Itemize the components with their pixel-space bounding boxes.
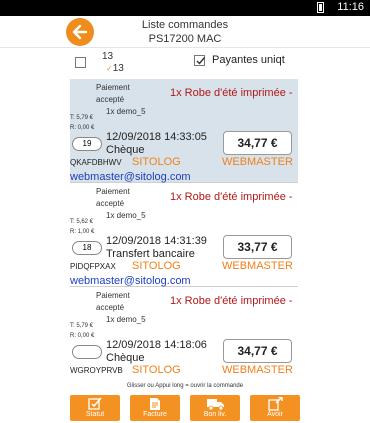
- order-product: 1x Robe d'été imprimée -: [170, 87, 293, 99]
- order-date: 12/09/2018 14:33:05: [106, 131, 207, 143]
- order-source: WEBMASTER: [222, 364, 293, 376]
- invoice-button-label: Facture: [143, 411, 167, 418]
- order-shop: SITOLOG: [132, 364, 181, 376]
- order-status-line2: accepté: [96, 303, 125, 312]
- order-discount: R: 0,00 €: [70, 333, 95, 339]
- clock: 11:16: [337, 1, 364, 13]
- order-reference: PIDQFPXAX: [70, 262, 116, 271]
- order-discount: R: 1,00 €: [70, 229, 95, 235]
- order-status-line1: Paiement: [96, 291, 130, 300]
- order-status-line1: Paiement: [96, 187, 130, 196]
- delivery-slip-button[interactable]: Bon liv.: [190, 395, 240, 421]
- order-status-line1: Paiement: [96, 83, 130, 92]
- status-button[interactable]: Statut: [70, 395, 120, 421]
- status-bar: 11:16: [0, 0, 370, 16]
- order-source: WEBMASTER: [222, 156, 293, 168]
- order-tax: T: 5,79 €: [70, 323, 94, 329]
- order-amount: 34,77 €: [223, 131, 292, 155]
- order-payment-method: Chèque: [106, 352, 145, 364]
- order-date: 12/09/2018 14:31:39: [106, 235, 207, 247]
- checkmark-icon: [196, 57, 206, 65]
- bottom-toolbar: Statut Facture Bon liv. Avoir: [66, 393, 304, 423]
- order-email-link[interactable]: webmaster@sitolog.com: [70, 275, 191, 287]
- order-reference: WGROYPRVB: [70, 366, 123, 375]
- paid-only-checkbox[interactable]: [194, 55, 206, 66]
- order-number-badge: 18: [72, 241, 102, 255]
- order-list[interactable]: Paiement accepté 1x Robe d'été imprimée …: [66, 79, 304, 385]
- filter-bar: 13 ✓13 Payantes uniqt: [66, 48, 304, 78]
- credit-note-icon: [268, 397, 283, 411]
- credit-note-button-label: Avoir: [267, 411, 283, 418]
- order-row[interactable]: Paiement accepté 1x Robe d'été imprimée …: [70, 183, 298, 287]
- order-email-link[interactable]: webmaster@sitolog.com: [70, 171, 191, 183]
- credit-note-button[interactable]: Avoir: [250, 395, 300, 421]
- order-status-line2: accepté: [96, 199, 125, 208]
- order-shop: SITOLOG: [132, 156, 181, 168]
- page-subtitle: PS17200 MAC: [148, 33, 222, 45]
- order-customer: 1x demo_5: [106, 315, 146, 324]
- order-reference: QKAFDBHWV: [70, 158, 122, 167]
- gesture-hint: Glisser ou Appui long = ouvrir la comman…: [126, 383, 244, 389]
- order-count-selected-value: 13: [112, 63, 124, 74]
- order-payment-method: Chèque: [106, 144, 145, 156]
- order-discount: R: 0,00 €: [70, 125, 95, 131]
- order-amount: 33,77 €: [223, 235, 292, 259]
- order-customer: 1x demo_5: [106, 107, 146, 116]
- order-shop: SITOLOG: [132, 260, 181, 272]
- order-amount: 34,77 €: [223, 339, 292, 363]
- order-status-line2: accepté: [96, 95, 125, 104]
- status-button-label: Statut: [85, 411, 105, 418]
- truck-icon: [207, 399, 224, 411]
- small-check-icon: ✓: [106, 64, 113, 73]
- order-payment-method: Transfert bancaire: [106, 248, 195, 260]
- select-all-checkbox[interactable]: [75, 57, 86, 68]
- page-title: Liste commandes: [141, 19, 229, 31]
- order-tax: T: 5,62 €: [70, 219, 94, 225]
- order-row[interactable]: Paiement accepté 1x Robe d'été imprimée …: [70, 79, 298, 183]
- order-tax: T: 5,79 €: [70, 115, 94, 121]
- order-number-badge: [72, 345, 102, 359]
- order-product: 1x Robe d'été imprimée -: [170, 191, 293, 203]
- order-count-selected: ✓13: [106, 63, 124, 74]
- battery-icon: [317, 2, 324, 13]
- paid-only-label: Payantes uniqt: [212, 54, 285, 66]
- invoice-icon: [150, 398, 160, 410]
- order-row[interactable]: Paiement accepté 1x Robe d'été imprimée …: [70, 287, 298, 385]
- invoice-button[interactable]: Facture: [130, 395, 180, 421]
- edit-status-icon: [88, 397, 102, 410]
- order-source: WEBMASTER: [222, 260, 293, 272]
- order-date: 12/09/2018 14:18:06: [106, 339, 207, 351]
- delivery-slip-button-label: Bon liv.: [203, 411, 227, 418]
- order-customer: 1x demo_5: [106, 211, 146, 220]
- header: Liste commandes PS17200 MAC: [0, 16, 370, 48]
- order-count-total: 13: [102, 51, 114, 62]
- order-product: 1x Robe d'été imprimée -: [170, 295, 293, 307]
- order-number-badge: 19: [72, 137, 102, 151]
